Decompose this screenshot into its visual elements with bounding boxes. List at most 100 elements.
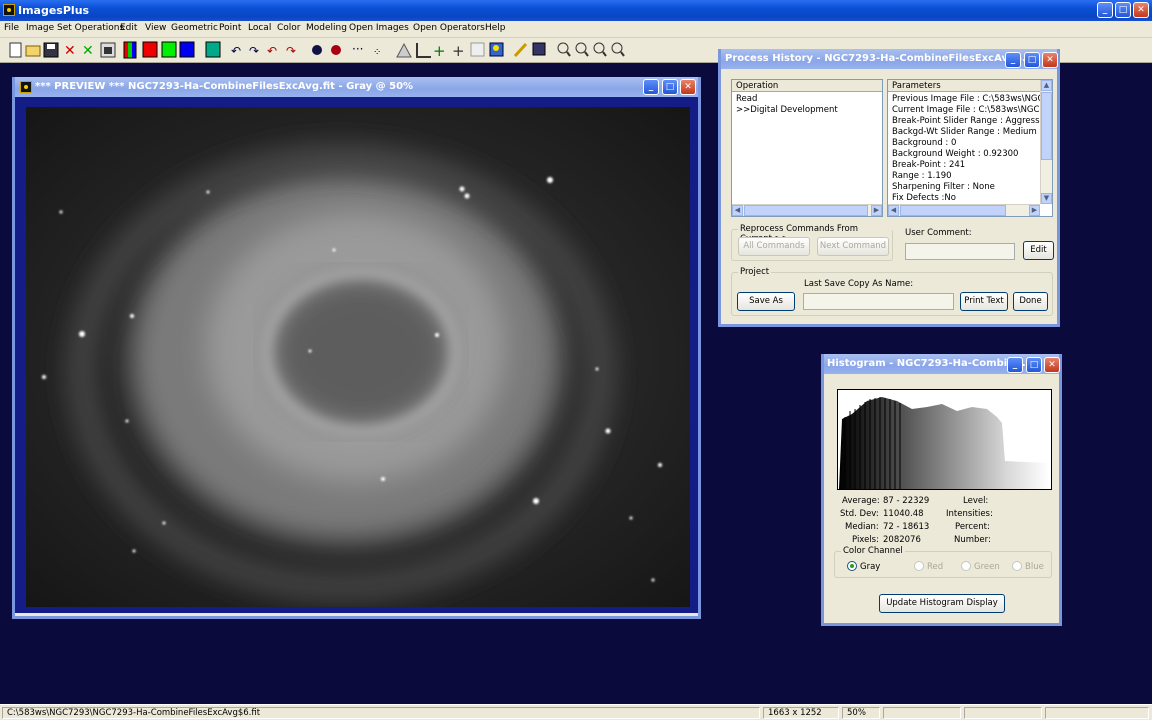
menu-view[interactable]: View	[145, 23, 166, 33]
menu-open-images[interactable]: Open Images	[349, 23, 409, 33]
crosshair-icon[interactable]: +	[452, 42, 465, 60]
green-channel-icon[interactable]	[161, 41, 177, 58]
update-histogram-button[interactable]: Update Histogram Display	[879, 594, 1005, 613]
zoom-in-icon[interactable]	[557, 42, 571, 57]
intensities-label: Intensities:	[946, 509, 993, 519]
scroll-thumb[interactable]	[1041, 92, 1052, 160]
nebula-image[interactable]	[26, 107, 690, 607]
scroll-thumb[interactable]	[900, 205, 1006, 216]
histogram-plot	[837, 389, 1052, 490]
stack-icon[interactable]	[100, 42, 116, 58]
hist-close-icon[interactable]: ✕	[1044, 357, 1060, 373]
image-viewport[interactable]	[15, 97, 698, 613]
operation-hscrollbar[interactable]: ◀ ▶	[732, 204, 882, 216]
scroll-right-icon[interactable]: ▶	[1029, 205, 1040, 216]
blue-channel-icon[interactable]	[179, 41, 195, 58]
scroll-thumb[interactable]	[744, 205, 868, 216]
close-x-icon[interactable]: ✕	[82, 43, 94, 59]
channel-gray-label: Gray	[860, 562, 881, 572]
redo-all-icon[interactable]: ↷	[286, 44, 296, 58]
grid-icon[interactable]	[532, 42, 546, 56]
save-as-button[interactable]: Save As	[737, 292, 795, 311]
done-button[interactable]: Done	[1013, 292, 1048, 311]
hist-maximize-icon[interactable]: □	[1026, 357, 1042, 373]
pencil-icon[interactable]	[513, 42, 528, 58]
scroll-down-icon[interactable]: ▼	[1041, 193, 1052, 204]
parameters-list[interactable]: Parameters Previous Image File : C:\583w…	[887, 79, 1053, 217]
palette-icon[interactable]	[489, 42, 504, 57]
menu-image-set-operations[interactable]: Image Set Operations	[26, 23, 124, 33]
channel-blue-radio[interactable]	[1012, 561, 1022, 571]
blank-icon[interactable]	[470, 42, 485, 57]
menu-point[interactable]: Point	[219, 23, 241, 33]
ph-close-icon[interactable]: ✕	[1042, 52, 1058, 68]
histogram-window[interactable]: Histogram - NGC7293-Ha-Combin... _ □ ✕ A…	[821, 354, 1062, 626]
ruler-icon[interactable]	[416, 43, 431, 58]
preview-window[interactable]: *** PREVIEW *** NGC7293-Ha-CombineFilesE…	[12, 77, 701, 619]
user-comment-field[interactable]	[905, 243, 1015, 260]
next-command-button[interactable]: Next Command	[817, 237, 889, 256]
ph-maximize-icon[interactable]: □	[1024, 52, 1040, 68]
scatter-icon[interactable]: ⁘	[373, 47, 381, 58]
grid-channels-icon[interactable]	[205, 41, 221, 58]
red-channel-icon[interactable]	[142, 41, 158, 58]
process-history-window[interactable]: Process History - NGC7293-Ha-CombineFile…	[718, 49, 1060, 327]
menu-geometric[interactable]: Geometric	[171, 23, 218, 33]
parameter-line: Previous Image File : C:\583ws\NGC7	[892, 94, 1049, 104]
menu-file[interactable]: File	[4, 23, 19, 33]
delete-icon[interactable]: ✕	[64, 43, 76, 59]
channel-red-radio[interactable]	[914, 561, 924, 571]
median-value: 72 - 18613	[883, 522, 930, 532]
maximize-icon[interactable]: □	[1115, 2, 1131, 18]
zoom-fit-icon[interactable]	[593, 42, 607, 57]
preview-maximize-icon[interactable]: □	[662, 79, 678, 95]
zoom-actual-icon[interactable]	[611, 42, 625, 57]
operation-header: Operation	[732, 80, 882, 92]
open-folder-icon[interactable]	[25, 45, 41, 57]
scroll-left-icon[interactable]: ◀	[732, 205, 743, 216]
parameters-hscrollbar[interactable]: ◀ ▶	[888, 204, 1040, 216]
menu-edit[interactable]: Edit	[120, 23, 137, 33]
average-value: 87 - 22329	[883, 496, 930, 506]
print-text-button[interactable]: Print Text	[960, 292, 1008, 311]
plus-icon[interactable]: +	[433, 42, 446, 60]
all-commands-button[interactable]: All Commands	[738, 237, 810, 256]
hist-minimize-icon[interactable]: _	[1007, 357, 1023, 373]
zoom-out-icon[interactable]	[575, 42, 589, 57]
preview-minimize-icon[interactable]: _	[643, 79, 659, 95]
triangle-icon[interactable]	[396, 42, 412, 58]
process-history-title: Process History - NGC7293-Ha-CombineFile…	[725, 53, 1034, 64]
menu-help[interactable]: Help	[485, 23, 506, 33]
scroll-up-icon[interactable]: ▲	[1041, 80, 1052, 91]
dots-icon[interactable]: ···	[352, 42, 363, 56]
edit-button[interactable]: Edit	[1023, 241, 1054, 260]
undo-all-icon[interactable]: ↶	[267, 44, 277, 58]
preview-close-icon[interactable]: ✕	[680, 79, 696, 95]
minimize-icon[interactable]: _	[1097, 2, 1113, 18]
operation-item-read[interactable]: Read	[736, 94, 757, 104]
redo-icon[interactable]: ↷	[249, 44, 259, 58]
menu-color[interactable]: Color	[277, 23, 301, 33]
last-save-name-field[interactable]	[803, 293, 954, 310]
menu-modeling[interactable]: Modeling	[306, 23, 347, 33]
menu-open-operators[interactable]: Open Operators	[413, 23, 485, 33]
scroll-right-icon[interactable]: ▶	[871, 205, 882, 216]
undo-icon[interactable]: ↶	[231, 44, 241, 58]
operation-item-digital-development[interactable]: >>Digital Development	[736, 105, 838, 115]
histogram-title-bar[interactable]: Histogram - NGC7293-Ha-Combin...	[824, 354, 1059, 374]
color-channel-label: Color Channel	[841, 546, 905, 556]
channel-green-radio[interactable]	[961, 561, 971, 571]
new-file-icon[interactable]	[9, 42, 22, 58]
operation-list[interactable]: Operation Read >>Digital Development ◀ ▶	[731, 79, 883, 217]
save-icon[interactable]	[43, 42, 59, 58]
close-icon[interactable]: ✕	[1133, 2, 1149, 18]
menu-local[interactable]: Local	[248, 23, 271, 33]
preview-title-bar[interactable]: *** PREVIEW *** NGC7293-Ha-CombineFilesE…	[15, 77, 698, 97]
circle-red-icon[interactable]	[331, 45, 341, 55]
channel-gray-radio[interactable]	[847, 561, 857, 571]
parameters-vscrollbar[interactable]: ▲ ▼	[1040, 80, 1052, 204]
rgb-channels-icon[interactable]	[123, 41, 137, 59]
ph-minimize-icon[interactable]: _	[1005, 52, 1021, 68]
circle-dark-icon[interactable]	[312, 45, 322, 55]
scroll-left-icon[interactable]: ◀	[888, 205, 899, 216]
